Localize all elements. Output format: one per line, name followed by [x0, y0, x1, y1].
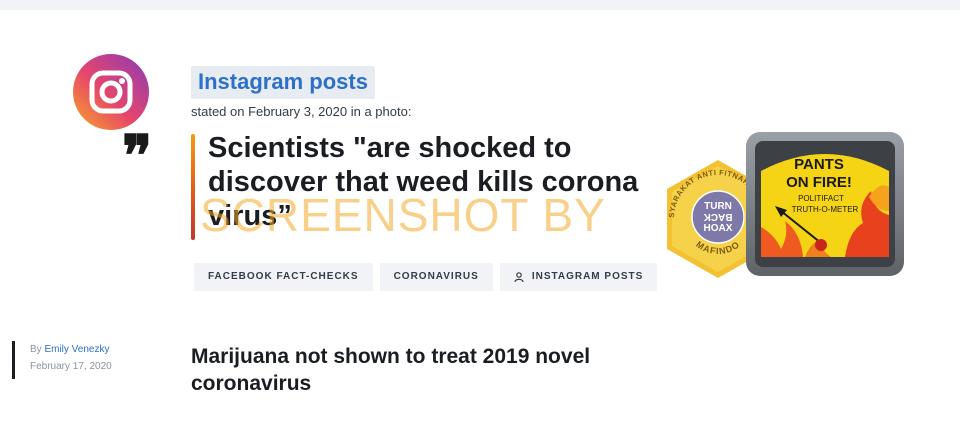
mafindo-center-2: BACK [703, 211, 733, 222]
ruling-brand-1: POLITIFACT [798, 194, 844, 203]
quote-accent-bar [191, 134, 195, 240]
mafindo-center-1: TURN [704, 201, 732, 212]
article-title-link[interactable]: Marijuana not shown to treat 2019 novel … [191, 343, 691, 397]
author-accent-bar [12, 341, 15, 379]
mafindo-center-3: HOAX [704, 223, 733, 234]
top-band [0, 0, 960, 10]
stated-on-text: stated on February 3, 2020 in a photo: [191, 104, 412, 119]
article-date: February 17, 2020 [30, 361, 112, 372]
pants-on-fire-meter-icon: PANTS ON FIRE! POLITIFACT TRUTH-O-METER [746, 132, 904, 276]
quote-icon: ❞ [122, 123, 153, 189]
tag-coronavirus[interactable]: CORONAVIRUS [379, 263, 493, 291]
tag-facebook-fact-checks[interactable]: FACEBOOK FACT-CHECKS [194, 263, 373, 291]
speaker-name-link[interactable]: Instagram posts [191, 66, 375, 99]
ruling-line-1: PANTS [794, 156, 844, 173]
byline-prefix: By [30, 344, 42, 355]
tag-label: INSTAGRAM POSTS [531, 271, 644, 282]
tag-list: FACEBOOK FACT-CHECKS CORONAVIRUS INSTAGR… [194, 263, 658, 291]
author-link[interactable]: Emily Venezky [44, 344, 109, 355]
ruling-brand-2: TRUTH-O-METER [792, 205, 859, 214]
tag-label: CORONAVIRUS [393, 271, 479, 282]
ruling-line-2: ON FIRE! [786, 174, 852, 191]
claim-statement: Scientists "are shocked to discover that… [208, 132, 639, 232]
person-icon [514, 272, 524, 282]
tag-label: FACEBOOK FACT-CHECKS [208, 271, 359, 282]
instagram-avatar-icon[interactable] [72, 54, 150, 132]
byline: By Emily Venezky [30, 344, 109, 355]
tag-instagram-posts[interactable]: INSTAGRAM POSTS [499, 263, 658, 291]
